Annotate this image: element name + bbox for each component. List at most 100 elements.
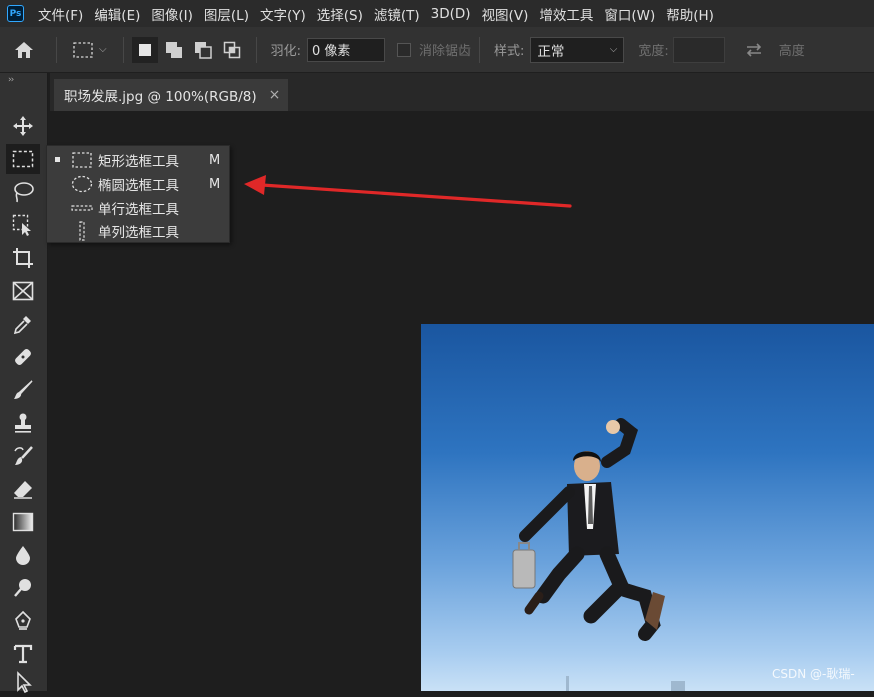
type-icon (13, 644, 33, 664)
menu-filter[interactable]: 滤镜(T) (374, 4, 420, 24)
rect-marquee-icon (71, 151, 93, 169)
menu-plugins[interactable]: 增效工具 (539, 4, 593, 24)
frame-tool[interactable] (6, 276, 40, 306)
crop-icon (13, 248, 33, 268)
watermark-text: CSDN @-耿瑞- (772, 667, 855, 681)
antialias-checkbox[interactable] (396, 42, 411, 57)
subtract-selection-icon (194, 41, 212, 59)
subtract-selection-button[interactable] (190, 37, 216, 63)
width-label: 宽度: (638, 44, 669, 59)
menu-type[interactable]: 文字(Y) (260, 4, 306, 24)
menu-bar: Ps 文件(F) 编辑(E) 图像(I) 图层(L) 文字(Y) 选择(S) 滤… (0, 0, 874, 27)
new-selection-button[interactable] (131, 36, 158, 63)
width-input[interactable] (672, 36, 725, 63)
add-selection-icon (165, 41, 182, 58)
feather-input[interactable] (306, 37, 385, 62)
brush-tool[interactable] (6, 375, 40, 405)
gradient-icon (12, 512, 34, 532)
separator (255, 36, 257, 63)
eyedropper-tool[interactable] (6, 309, 40, 339)
brush-icon (14, 380, 33, 399)
stamp-icon (15, 413, 31, 433)
menu-image[interactable]: 图像(I) (151, 4, 193, 24)
separator (479, 36, 480, 63)
home-icon (15, 41, 33, 58)
collapse-panel-icon[interactable]: ›› (8, 75, 14, 85)
history-brush-icon (14, 446, 33, 465)
marquee-tool-flyout: 矩形选框工具 M 椭圆选框工具 M 单行选框工具 单列选框工具 (46, 145, 230, 243)
new-selection-icon (138, 43, 151, 56)
intersect-selection-icon (223, 41, 240, 58)
flyout-item-rect-marquee[interactable]: 矩形选框工具 M (47, 148, 231, 172)
eraser-icon (14, 481, 32, 499)
crop-tool[interactable] (6, 243, 40, 273)
tool-preset-picker[interactable]: ⌵ (65, 41, 115, 58)
dodge-tool[interactable] (6, 573, 40, 603)
menu-window[interactable]: 窗口(W) (604, 4, 655, 24)
close-icon[interactable]: × (269, 87, 281, 103)
menu-3d[interactable]: 3D(D) (431, 6, 471, 22)
menu-select[interactable]: 选择(S) (317, 4, 363, 24)
flyout-item-label: 单列选框工具 (98, 225, 179, 241)
swap-dimensions-button[interactable] (745, 42, 763, 57)
document-tab-title: 职场发展.jpg @ 100%(RGB/8) (64, 89, 257, 105)
ellipse-marquee-icon (71, 175, 93, 193)
path-selection-tool[interactable] (6, 667, 40, 697)
add-selection-button[interactable] (161, 37, 187, 63)
document-tab[interactable]: 职场发展.jpg @ 100%(RGB/8) × (54, 79, 288, 111)
object-selection-icon (12, 214, 31, 236)
menu-edit[interactable]: 编辑(E) (94, 4, 140, 24)
flyout-item-ellipse-marquee[interactable]: 椭圆选框工具 M (47, 172, 231, 196)
lasso-icon (14, 182, 34, 203)
pen-tool[interactable] (6, 606, 40, 636)
move-tool[interactable] (6, 111, 40, 141)
intersect-selection-button[interactable] (219, 37, 245, 63)
menu-view[interactable]: 视图(V) (482, 4, 529, 24)
home-button[interactable] (0, 41, 48, 59)
bandage-icon (15, 349, 31, 365)
style-select[interactable]: 正常 ⌵ (530, 36, 625, 63)
flyout-item-single-row-marquee[interactable]: 单行选框工具 (47, 196, 231, 220)
flyout-item-label: 单行选框工具 (98, 202, 179, 218)
single-row-marquee-icon (71, 199, 93, 217)
drop-icon (16, 546, 30, 565)
lasso-tool[interactable] (6, 177, 40, 207)
marquee-tool[interactable] (6, 144, 40, 174)
chevron-down-icon: ⌵ (99, 44, 107, 55)
menu-help[interactable]: 帮助(H) (666, 4, 714, 24)
clone-stamp-tool[interactable] (6, 408, 40, 438)
document-image[interactable] (421, 324, 874, 691)
jumping-businessman-image (512, 418, 685, 691)
document-tabs: 职场发展.jpg @ 100%(RGB/8) × (50, 73, 874, 111)
eraser-tool[interactable] (6, 474, 40, 504)
flyout-item-single-column-marquee[interactable]: 单列选框工具 (47, 219, 231, 243)
flyout-item-label: 椭圆选框工具 (98, 178, 179, 194)
eyedropper-icon (13, 316, 31, 335)
separator (122, 36, 124, 63)
rect-marquee-icon (73, 41, 93, 58)
style-label: 样式: (494, 44, 525, 59)
dodge-icon (14, 579, 31, 597)
flyout-item-shortcut: M (209, 152, 221, 168)
type-tool[interactable] (6, 639, 40, 669)
flyout-item-shortcut: M (209, 176, 221, 192)
menu-layer[interactable]: 图层(L) (204, 4, 249, 24)
style-select-value: 正常 (537, 43, 565, 60)
blur-tool[interactable] (6, 540, 40, 570)
single-column-marquee-icon (71, 221, 93, 241)
antialias-label: 消除锯齿 (418, 44, 471, 59)
height-label: 高度 (778, 44, 805, 59)
gradient-tool[interactable] (6, 507, 40, 537)
path-selection-icon (17, 671, 32, 693)
active-indicator (55, 157, 60, 162)
swap-icon (746, 42, 761, 57)
frame-icon (12, 281, 34, 301)
history-brush-tool[interactable] (6, 441, 40, 471)
move-icon (13, 116, 33, 136)
healing-brush-tool[interactable] (6, 342, 40, 372)
menu-file[interactable]: 文件(F) (38, 4, 83, 24)
chevron-down-icon: ⌵ (609, 44, 618, 55)
photoshop-logo[interactable]: Ps (7, 5, 24, 22)
object-selection-tool[interactable] (6, 210, 40, 240)
tools-panel: ›› (0, 73, 48, 693)
